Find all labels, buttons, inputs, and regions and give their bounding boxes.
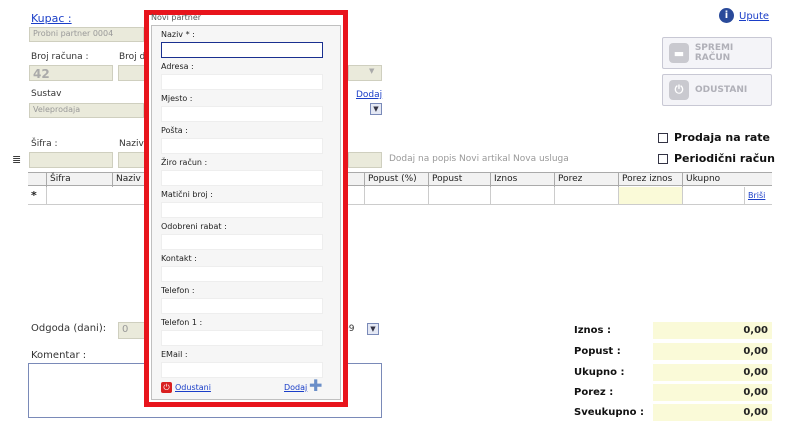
total-value-sveukupno: 0,00 xyxy=(653,404,772,421)
mjesto-label: Mjesto : xyxy=(161,94,193,103)
nova-usluga-link[interactable]: Nova usluga xyxy=(513,154,569,164)
cell-divider xyxy=(428,187,429,204)
odustani-button[interactable]: ⏻ ODUSTANI xyxy=(662,74,772,106)
naziv-input[interactable] xyxy=(161,42,323,58)
col-porez-iznos[interactable]: Porez iznos xyxy=(618,173,672,187)
maticni-broj-label: Matični broj : xyxy=(161,190,213,199)
broj-d-label: Broj d xyxy=(119,52,146,62)
kontakt-input[interactable] xyxy=(161,266,323,282)
posta-label: Pošta : xyxy=(161,126,188,135)
cell-divider xyxy=(490,187,491,204)
col-sifra[interactable]: Šifra xyxy=(46,173,71,187)
prodaja-na-rate-label: Prodaja na rate xyxy=(674,131,771,144)
total-label-sveukupno: Sveukupno : xyxy=(574,407,645,418)
grid-header: Šifra Naziv Popust (%) Popust Iznos Pore… xyxy=(28,172,772,187)
total-value-iznos: 0,00 xyxy=(653,322,772,339)
total-label-popust: Popust : xyxy=(574,346,621,357)
sustav-select[interactable]: Veleprodaja xyxy=(29,103,144,118)
col-iznos[interactable]: Iznos xyxy=(490,173,517,187)
spremi-racun-label: SPREMI RAČUN xyxy=(694,43,734,63)
novi-artikal-link[interactable]: Novi artikal xyxy=(459,154,510,164)
adresa-label: Adresa : xyxy=(161,62,194,71)
dodaj-na-popis-link[interactable]: Dodaj na popis xyxy=(389,154,456,164)
odustani-label: ODUSTANI xyxy=(695,85,748,95)
cell-divider xyxy=(682,187,683,204)
col-popust[interactable]: Popust xyxy=(428,173,462,187)
dialog-title: Novi partner xyxy=(151,13,202,22)
odobreni-rabat-label: Odobreni rabat : xyxy=(161,222,227,231)
save-icon: ▬ xyxy=(669,43,689,63)
ziro-racun-label: Žiro račun : xyxy=(161,158,208,167)
ziro-racun-input[interactable] xyxy=(161,170,323,186)
brisi-link[interactable]: Briši xyxy=(748,191,765,200)
total-label-ukupno: Ukupno : xyxy=(574,367,625,378)
email-input[interactable] xyxy=(161,362,323,378)
email-label: EMail : xyxy=(161,350,188,359)
kupac-link[interactable]: Kupac : xyxy=(31,12,72,25)
posta-input[interactable] xyxy=(161,138,323,154)
dodaj-partner-link[interactable]: Dodaj xyxy=(284,383,307,392)
kontakt-label: Kontakt : xyxy=(161,254,197,263)
adresa-input[interactable] xyxy=(161,74,323,90)
total-value-porez: 0,00 xyxy=(653,384,772,401)
periodicni-racun-checkbox[interactable] xyxy=(658,154,668,164)
power-icon: ⏻ xyxy=(669,80,689,100)
telefon1-input[interactable] xyxy=(161,330,323,346)
odgoda-input[interactable]: 0 xyxy=(118,322,146,339)
porez-iznos-cell xyxy=(618,187,682,204)
odgoda-label: Odgoda (dani): xyxy=(31,323,107,334)
new-row-marker: * xyxy=(31,189,37,202)
date-field-top[interactable] xyxy=(348,65,382,81)
chevron-down-icon[interactable]: ▼ xyxy=(370,103,382,115)
upute-link[interactable]: Upute xyxy=(739,11,769,22)
cell-divider xyxy=(744,187,745,204)
dodaj-link[interactable]: Dodaj xyxy=(356,90,382,100)
cancel-icon[interactable]: ⏻ xyxy=(161,382,172,393)
col-popust-pct[interactable]: Popust (%) xyxy=(364,173,417,187)
naziv-input[interactable] xyxy=(118,152,146,168)
broj-d-field[interactable] xyxy=(118,65,146,81)
dialog-body: Naziv * : Adresa : Mjesto : Pošta : Žiro… xyxy=(151,25,341,400)
telefon1-label: Telefon 1 : xyxy=(161,318,203,327)
col-porez[interactable]: Porez xyxy=(554,173,582,187)
maticni-broj-input[interactable] xyxy=(161,202,323,218)
sifra-input[interactable] xyxy=(29,152,113,168)
total-value-ukupno: 0,00 xyxy=(653,364,772,381)
komentar-label: Komentar : xyxy=(31,350,87,361)
cell-divider xyxy=(554,187,555,204)
prodaja-na-rate-checkbox[interactable] xyxy=(658,133,668,143)
mjesto-input[interactable] xyxy=(161,106,323,122)
naziv-label: Naziv xyxy=(119,139,144,149)
novi-partner-dialog: Novi partner Naziv * : Adresa : Mjesto :… xyxy=(144,10,348,407)
kupac-field[interactable]: Probni partner 0004 xyxy=(29,27,144,42)
plus-icon[interactable]: ✚ xyxy=(309,378,322,394)
telefon-label: Telefon : xyxy=(161,286,195,295)
broj-racuna-label: Broj računa : xyxy=(31,52,89,62)
sifra-label: Šifra : xyxy=(31,139,58,149)
table-row[interactable]: * Briši xyxy=(28,187,772,205)
spremi-racun-button[interactable]: ▬ SPREMI RAČUN xyxy=(662,37,772,69)
broj-racuna-field[interactable]: 42 xyxy=(29,65,113,81)
odustani-link[interactable]: Odustani xyxy=(175,383,211,392)
total-label-iznos: Iznos : xyxy=(574,325,611,336)
col-naziv[interactable]: Naziv xyxy=(112,173,141,187)
qty-input[interactable] xyxy=(348,152,382,168)
odobreni-rabat-input[interactable] xyxy=(161,234,323,250)
list-icon[interactable]: ≣ xyxy=(12,153,21,166)
info-icon[interactable]: i xyxy=(719,8,734,23)
telefon-input[interactable] xyxy=(161,298,323,314)
chevron-down-icon: ▼ xyxy=(369,67,375,75)
total-label-porez: Porez : xyxy=(574,387,614,398)
total-value-popust: 0,00 xyxy=(653,343,772,360)
col-ukupno[interactable]: Ukupno xyxy=(682,173,720,187)
cell-divider xyxy=(364,187,365,204)
cell-divider xyxy=(46,187,47,204)
chevron-down-icon[interactable]: ▼ xyxy=(367,323,379,335)
naziv-label: Naziv * : xyxy=(161,30,195,39)
sustav-label: Sustav xyxy=(31,89,62,99)
periodicni-racun-label: Periodični račun xyxy=(674,152,775,165)
